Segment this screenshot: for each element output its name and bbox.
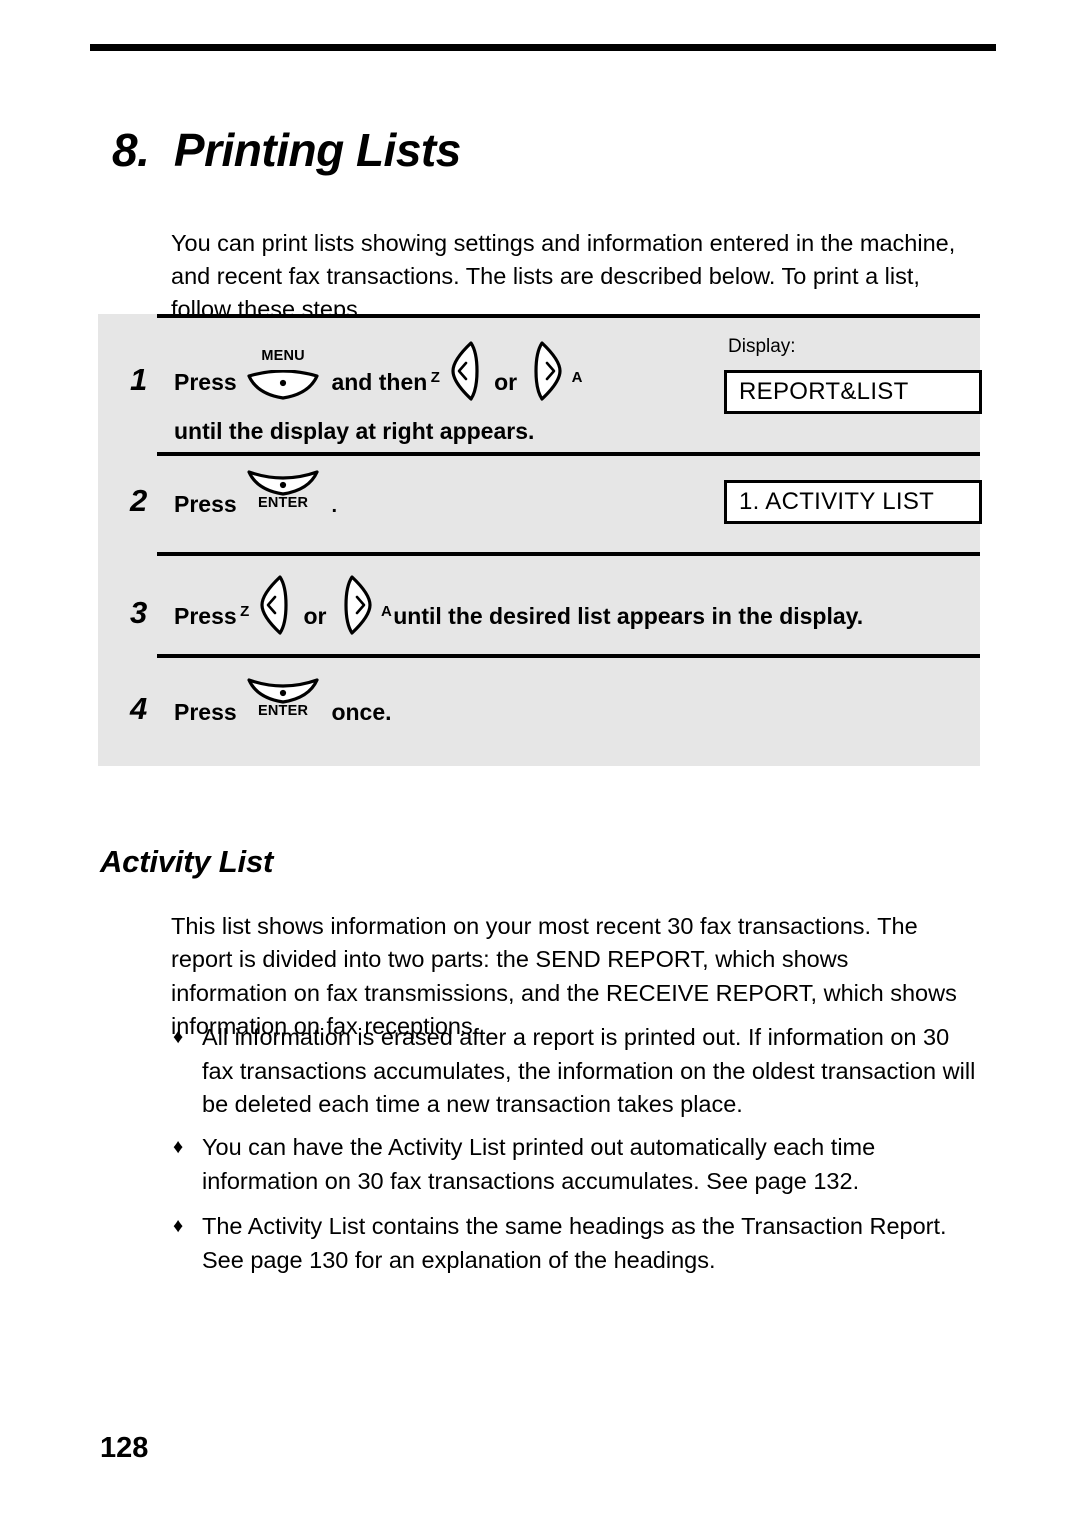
step-trailing-text: .: [331, 494, 338, 517]
display-box-step-2: 1. ACTIVITY LIST: [724, 480, 982, 524]
right-arrow-key-icon[interactable]: A: [524, 341, 582, 410]
panel-divider-top: [157, 314, 980, 318]
press-label: Press: [174, 369, 237, 396]
section-heading: Activity List: [100, 843, 274, 879]
manual-page: 8. Printing Lists You can print lists sh…: [0, 0, 1080, 1529]
step-number: 2: [130, 483, 148, 518]
panel-divider-3: [157, 654, 980, 658]
left-arrow-key-letter: Z: [430, 369, 440, 386]
left-arrow-key-glyph: [254, 574, 288, 650]
press-label: Press: [174, 491, 237, 517]
enter-key-label: ENTER: [257, 494, 309, 511]
right-arrow-key-letter: A: [571, 369, 583, 386]
press-label: Press: [174, 699, 237, 725]
page-number: 128: [100, 1432, 149, 1464]
step-number: 4: [130, 691, 148, 726]
right-arrow-key-letter: A: [381, 603, 392, 620]
step-instruction: Press MENU and then Z or A until the dis…: [174, 341, 582, 450]
display-box-step-1: REPORT&LIST: [724, 370, 982, 414]
step-instruction: Press ENTER once.: [174, 678, 392, 735]
bullet-item: ♦ The Activity List contains the same he…: [171, 1210, 976, 1277]
enter-key-label: ENTER: [257, 702, 309, 719]
step-number: 1: [130, 362, 148, 397]
or-text: or: [494, 369, 518, 396]
bullet-item: ♦ You can have the Activity List printed…: [171, 1131, 976, 1198]
step-instruction: Press Z or A until the desired list appe…: [174, 575, 864, 646]
menu-key-label: MENU: [261, 348, 305, 364]
enter-key-icon[interactable]: ENTER: [247, 678, 319, 734]
panel-divider-2: [157, 552, 980, 556]
right-arrow-key-icon[interactable]: A: [334, 575, 392, 644]
diamond-bullet-icon: ♦: [173, 1026, 184, 1048]
panel-divider-1: [157, 452, 980, 456]
diamond-bullet-icon: ♦: [173, 1136, 184, 1158]
left-arrow-key-glyph: [445, 340, 479, 416]
intro-paragraph: You can print lists showing settings and…: [171, 229, 956, 322]
procedure-panel: 1 Press MENU and then Z or A until the d…: [98, 314, 982, 766]
right-arrow-key-glyph: [534, 340, 568, 416]
page-title: 8. Printing Lists: [112, 123, 461, 176]
step-middle-text: and then: [331, 369, 428, 396]
bullet-text: You can have the Activity List printed o…: [202, 1134, 876, 1194]
or-text: or: [303, 603, 327, 630]
bullet-text: All information is erased after a report…: [202, 1024, 976, 1117]
left-arrow-key-icon[interactable]: Z: [431, 341, 487, 410]
display-label: Display:: [728, 336, 796, 357]
bullet-text: The Activity List contains the same head…: [202, 1213, 947, 1273]
step-second-line: until the display at right appears.: [174, 418, 535, 444]
menu-key-icon[interactable]: MENU: [247, 349, 319, 403]
press-label: Press: [174, 603, 237, 630]
diamond-bullet-icon: ♦: [173, 1215, 184, 1237]
right-arrow-key-glyph: [344, 574, 378, 650]
step-number: 3: [130, 595, 148, 630]
left-arrow-key-icon[interactable]: Z: [240, 575, 296, 644]
step-instruction: Press ENTER .: [174, 470, 338, 528]
header-rule: [90, 44, 996, 51]
enter-key-icon[interactable]: ENTER: [247, 470, 319, 526]
left-arrow-key-letter: Z: [240, 603, 250, 620]
step-tail-text: once.: [331, 699, 392, 725]
bullet-item: ♦ All information is erased after a repo…: [171, 1021, 976, 1122]
step-tail-text: until the desired list appears in the di…: [393, 603, 864, 630]
menu-key-glyph: [247, 369, 319, 414]
